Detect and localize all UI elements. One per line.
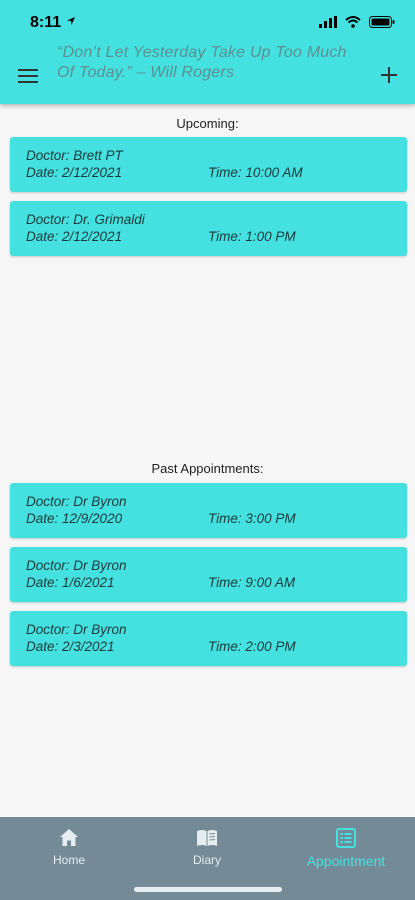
- tab-appointment[interactable]: Appointment: [291, 827, 401, 869]
- appointment-time: Time: 1:00 PM: [208, 229, 296, 244]
- header-quote: “Don’t Let Yesterday Take Up Too Much Of…: [57, 44, 347, 81]
- appointment-time: Time: 2:00 PM: [208, 639, 296, 654]
- past-appointment-card[interactable]: Doctor: Dr Byron Date: 12/9/2020 Time: 3…: [10, 483, 407, 538]
- status-time: 8:11: [30, 14, 62, 31]
- status-bar: 8:11: [0, 0, 415, 44]
- past-appointments-heading: Past Appointments:: [151, 461, 264, 476]
- appointment-date: Date: 1/6/2021: [26, 575, 115, 590]
- appointment-doctor: Doctor: Dr. Grimaldi: [26, 212, 145, 227]
- past-appointment-card[interactable]: Doctor: Dr Byron Date: 2/3/2021 Time: 2:…: [10, 611, 407, 666]
- appointment-date: Date: 2/12/2021: [26, 165, 123, 180]
- upcoming-heading: Upcoming:: [176, 116, 239, 131]
- tab-diary[interactable]: Diary: [152, 827, 262, 867]
- tab-home[interactable]: Home: [14, 827, 124, 867]
- tab-diary-label: Diary: [192, 853, 221, 867]
- appointment-date: Date: 2/12/2021: [26, 229, 123, 244]
- app-header: 8:11 “Don’t Let Yesterday Take Up Too Mu…: [0, 0, 415, 104]
- past-appointment-card[interactable]: Doctor: Dr Byron Date: 1/6/2021 Time: 9:…: [10, 547, 407, 602]
- tab-home-label: Home: [52, 853, 85, 867]
- appointment-date: Date: 12/9/2020: [26, 511, 123, 526]
- add-appointment-icon[interactable]: [379, 65, 399, 85]
- list-icon: [336, 828, 356, 848]
- signal-icon: [319, 16, 337, 28]
- home-icon: [60, 829, 78, 846]
- wifi-icon: [345, 16, 361, 28]
- upcoming-appointment-card[interactable]: Doctor: Dr. Grimaldi Date: 2/12/2021 Tim…: [10, 201, 407, 256]
- appointment-doctor: Doctor: Dr Byron: [26, 494, 127, 509]
- hamburger-menu-icon[interactable]: [18, 67, 40, 85]
- appointment-date: Date: 2/3/2021: [26, 639, 115, 654]
- appointment-doctor: Doctor: Brett PT: [26, 148, 123, 163]
- upcoming-appointment-card[interactable]: Doctor: Brett PT Date: 2/12/2021 Time: 1…: [10, 137, 407, 192]
- book-icon: [197, 830, 217, 846]
- appointment-time: Time: 9:00 AM: [208, 575, 296, 590]
- appointment-time: Time: 10:00 AM: [208, 165, 303, 180]
- appointment-doctor: Doctor: Dr Byron: [26, 622, 127, 637]
- tab-appointment-label: Appointment: [306, 853, 386, 869]
- appointment-doctor: Doctor: Dr Byron: [26, 558, 127, 573]
- status-indicators: [319, 16, 395, 28]
- battery-icon: [369, 16, 395, 28]
- location-arrow-icon: [67, 17, 75, 25]
- home-indicator[interactable]: [134, 887, 282, 892]
- appointment-time: Time: 3:00 PM: [208, 511, 296, 526]
